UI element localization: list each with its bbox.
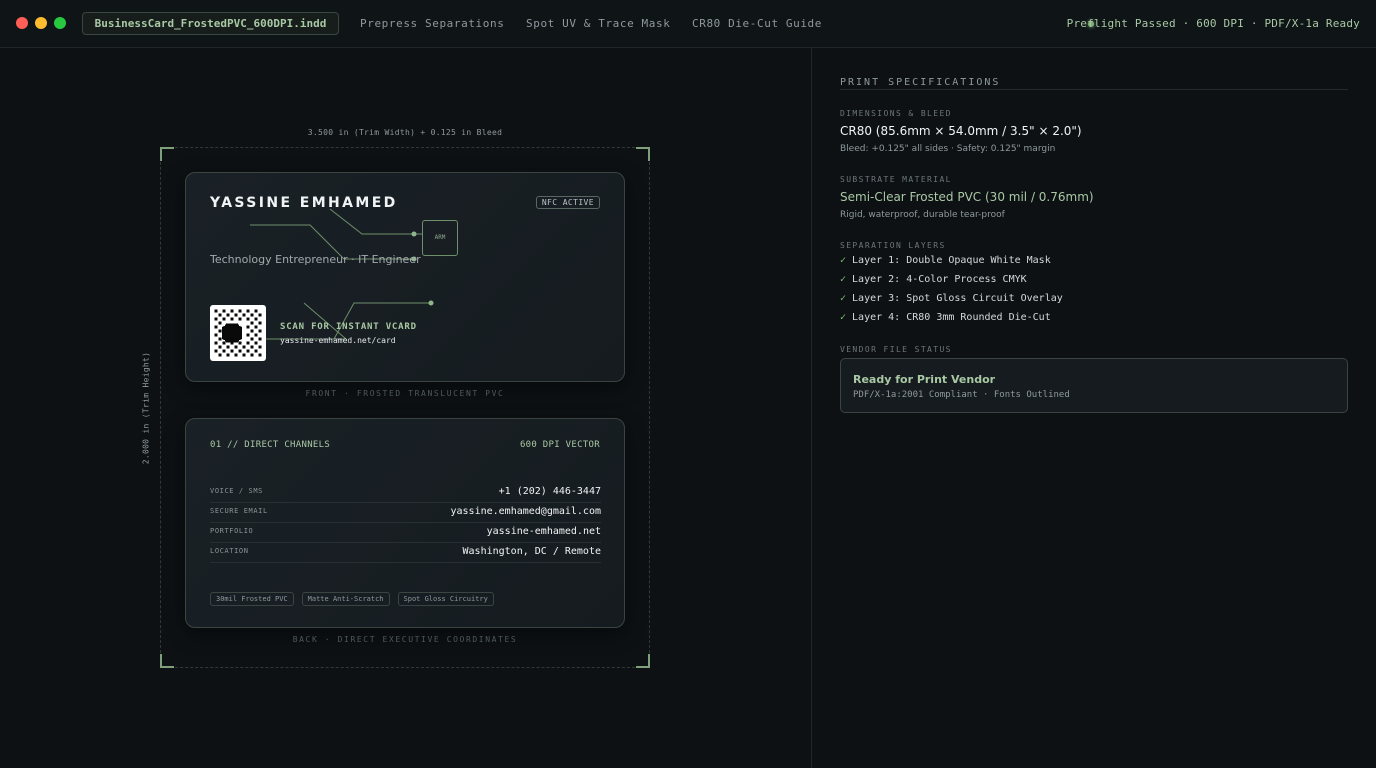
contact-value[interactable]: yassine.emhamed@gmail.com xyxy=(450,506,601,517)
minimize-window-button[interactable] xyxy=(35,17,47,29)
maximize-window-button[interactable] xyxy=(54,17,66,29)
nfc-badge: NFC ACTIVE xyxy=(535,196,600,209)
layer-item: ✓ Layer 3: Spot Gloss Circuit Overlay xyxy=(840,293,1063,304)
crop-mark-bottom-left xyxy=(160,654,174,668)
card-holder-name: YASSINE EMHAMED xyxy=(210,195,398,211)
card-holder-title: Technology Entrepreneur · IT Engineer xyxy=(210,253,421,266)
scan-vcard-label: SCAN FOR INSTANT VCARD xyxy=(280,322,417,332)
contact-row-voice: VOICE / SMS +1 (202) 446-3447 xyxy=(210,483,601,503)
layer-item: ✓ Layer 1: Double Opaque White Mask xyxy=(840,255,1051,266)
trim-height-label: 2.000 in (Trim Height) xyxy=(141,351,151,465)
material-tag: 30mil Frosted PVC xyxy=(210,592,294,606)
material-tags: 30mil Frosted PVC Matte Anti-Scratch Spo… xyxy=(210,592,494,606)
check-icon: ✓ xyxy=(840,312,847,323)
close-window-button[interactable] xyxy=(16,17,28,29)
dimensions-sub: Bleed: +0.125" all sides · Safety: 0.125… xyxy=(840,144,1056,154)
contact-label: LOCATION xyxy=(210,547,249,555)
layer-item: ✓ Layer 2: 4-Color Process CMYK xyxy=(840,274,1027,285)
substrate-value: Semi-Clear Frosted PVC (30 mil / 0.76mm) xyxy=(840,190,1094,204)
vector-resolution-label: 600 DPI VECTOR xyxy=(519,440,600,450)
dimensions-value: CR80 (85.6mm × 54.0mm / 3.5" × 2.0") xyxy=(840,124,1082,138)
tab-active-file[interactable]: BusinessCard_FrostedPVC_600DPI.indd xyxy=(82,12,339,35)
material-tag: Spot Gloss Circuitry xyxy=(397,592,494,606)
panel-divider xyxy=(811,48,812,768)
layers-label: SEPARATION LAYERS xyxy=(840,241,946,250)
contact-rows: VOICE / SMS +1 (202) 446-3447 SECURE EMA… xyxy=(210,483,601,563)
channels-heading: 01 // DIRECT CHANNELS xyxy=(210,440,331,450)
qr-code-icon[interactable] xyxy=(210,305,266,361)
trim-width-label: 3.500 in (Trim Width) + 0.125 in Bleed xyxy=(307,128,503,137)
chip-icon: ARM xyxy=(422,220,458,256)
crop-mark-top-left xyxy=(160,147,174,161)
contact-value[interactable]: +1 (202) 446-3447 xyxy=(499,486,601,497)
card-url[interactable]: yassine-emhamed.net/card xyxy=(280,336,396,345)
contact-value[interactable]: yassine-emhamed.net xyxy=(487,526,601,537)
tab-cr80-die-cut-guide[interactable]: CR80 Die-Cut Guide xyxy=(692,17,822,30)
vendor-status-label: VENDOR FILE STATUS xyxy=(840,345,952,354)
crop-mark-top-right xyxy=(636,147,650,161)
substrate-sub: Rigid, waterproof, durable tear-proof xyxy=(840,210,1005,220)
preflight-status: Preflight Passed · 600 DPI · PDF/X-1a Re… xyxy=(1066,17,1360,30)
contact-label: SECURE EMAIL xyxy=(210,507,268,515)
back-caption: BACK · DIRECT EXECUTIVE COORDINATES xyxy=(292,635,518,644)
substrate-label: SUBSTRATE MATERIAL xyxy=(840,175,952,184)
contact-label: VOICE / SMS xyxy=(210,487,263,495)
contact-row-email: SECURE EMAIL yassine.emhamed@gmail.com xyxy=(210,503,601,523)
card-front[interactable]: YASSINE EMHAMED NFC ACTIVE Technology En… xyxy=(185,172,625,382)
material-tag: Matte Anti-Scratch xyxy=(301,592,390,606)
vendor-status-title: Ready for Print Vendor xyxy=(853,373,996,386)
card-back[interactable]: 01 // DIRECT CHANNELS 600 DPI VECTOR VOI… xyxy=(185,418,625,628)
check-icon: ✓ xyxy=(840,255,847,266)
contact-row-location: LOCATION Washington, DC / Remote xyxy=(210,543,601,563)
contact-label: PORTFOLIO xyxy=(210,527,254,535)
contact-row-portfolio: PORTFOLIO yassine-emhamed.net xyxy=(210,523,601,543)
contact-value: Washington, DC / Remote xyxy=(462,546,601,557)
crop-mark-bottom-right xyxy=(636,654,650,668)
panel-title: PRINT SPECIFICATIONS xyxy=(840,77,1001,88)
vendor-status-sub: PDF/X-1a:2001 Compliant · Fonts Outlined xyxy=(853,390,1070,400)
layer-item: ✓ Layer 4: CR80 3mm Rounded Die-Cut xyxy=(840,312,1051,323)
title-bar: BusinessCard_FrostedPVC_600DPI.indd Prep… xyxy=(0,0,1376,48)
panel-title-divider xyxy=(840,89,1348,90)
front-caption: FRONT · FROSTED TRANSLUCENT PVC xyxy=(305,389,505,398)
check-icon: ✓ xyxy=(840,293,847,304)
dimensions-label: DIMENSIONS & BLEED xyxy=(840,109,952,118)
tab-spot-uv-trace-mask[interactable]: Spot UV & Trace Mask xyxy=(526,17,670,30)
tab-prepress-separations[interactable]: Prepress Separations xyxy=(360,17,504,30)
check-icon: ✓ xyxy=(840,274,847,285)
vendor-status-card[interactable]: Ready for Print Vendor PDF/X-1a:2001 Com… xyxy=(840,358,1348,413)
